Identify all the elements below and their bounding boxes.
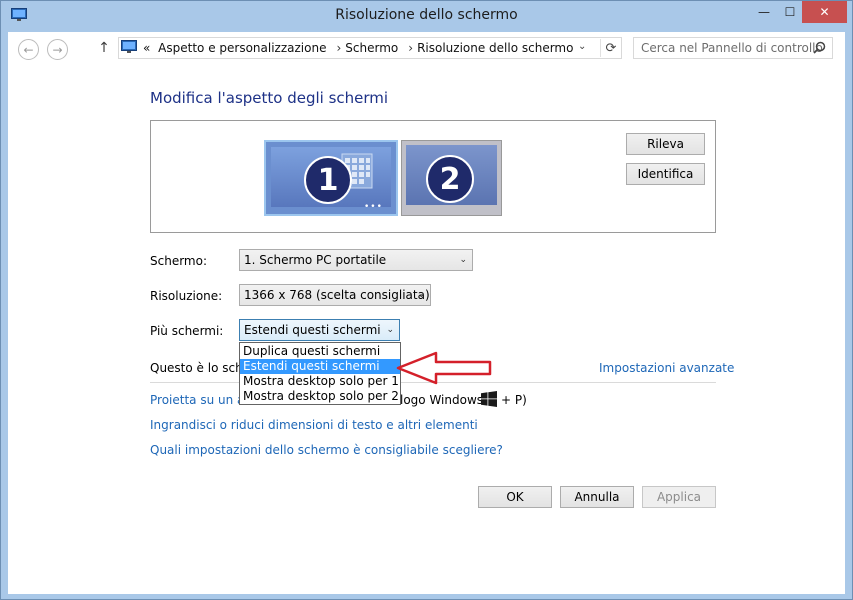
back-button[interactable]: ← (18, 39, 39, 60)
main-content: Modifica l'aspetto degli schermi 1 ••• 2… (8, 65, 845, 594)
multiple-displays-select[interactable]: Estendi questi schermi ⌄ (239, 319, 400, 341)
up-button[interactable]: ↑ (96, 38, 112, 58)
refresh-button[interactable]: ⟳ (600, 39, 621, 57)
search-icon[interactable] (813, 41, 826, 54)
display-select[interactable]: 1. Schermo PC portatile ⌄ (239, 249, 473, 271)
windows-logo-icon (481, 391, 497, 407)
cancel-button[interactable]: Annulla (560, 486, 634, 508)
breadcrumb-item-risoluzione[interactable]: Risoluzione dello schermo (417, 41, 573, 55)
ok-button[interactable]: OK (478, 486, 552, 508)
address-dropdown-icon[interactable]: ⌄ (578, 41, 586, 52)
risoluzione-label: Risoluzione: (150, 289, 223, 303)
breadcrumb-overflow[interactable]: « (143, 41, 150, 55)
resolution-select-value: 1366 x 768 (scelta consigliata) (244, 288, 430, 302)
control-panel-icon (121, 40, 137, 53)
annotation-arrow-icon (396, 351, 492, 385)
chevron-down-icon: ⌄ (386, 325, 394, 335)
dropdown-option-mostra-1[interactable]: Mostra desktop solo per 1 (240, 374, 400, 389)
maximize-button[interactable]: ☐ (777, 1, 803, 23)
breadcrumb: « Aspetto e personalizzazione › Schermo › Ri… (143, 41, 577, 55)
multiple-displays-dropdown: Duplica questi schermi Estendi questi sc… (239, 342, 401, 405)
breadcrumb-separator[interactable]: › (408, 41, 413, 55)
schermo-label: Schermo: (150, 254, 207, 268)
close-button[interactable]: ✕ (802, 1, 847, 23)
monitor-arrangement-panel: 1 ••• 2 Rileva Identifica (150, 120, 716, 233)
identify-button[interactable]: Identifica (626, 163, 705, 185)
project-shortcut-key: + P) (501, 393, 527, 407)
help-settings-link[interactable]: Quali impostazioni dello schermo è consi… (150, 443, 503, 457)
search-placeholder: Cerca nel Pannello di controllo (641, 41, 823, 55)
advanced-settings-link[interactable]: Impostazioni avanzate (599, 361, 734, 375)
chevron-down-icon: ⌄ (459, 255, 467, 265)
monitor-1-dots: ••• (364, 202, 383, 212)
monitor-2-number: 2 (426, 155, 474, 203)
breadcrumb-separator[interactable]: › (336, 41, 341, 55)
breadcrumb-item-aspetto[interactable]: Aspetto e personalizzazione (158, 41, 326, 55)
dropdown-option-mostra-2[interactable]: Mostra desktop solo per 2 (240, 389, 400, 404)
minimize-button[interactable]: — (751, 1, 777, 23)
detect-button[interactable]: Rileva (626, 133, 705, 155)
text-size-link[interactable]: Ingrandisci o riduci dimensioni di testo… (150, 418, 478, 432)
window: Risoluzione dello schermo — ☐ ✕ ← → ↑ « … (0, 0, 853, 600)
title-bar[interactable]: Risoluzione dello schermo — ☐ ✕ (1, 1, 852, 32)
chevron-down-icon: ⌄ (417, 290, 425, 300)
multiple-displays-select-value: Estendi questi schermi (244, 323, 381, 337)
forward-button[interactable]: → (47, 39, 68, 60)
resolution-select[interactable]: 1366 x 768 (scelta consigliata) ⌄ (239, 284, 431, 306)
search-box[interactable]: Cerca nel Pannello di controllo (633, 37, 833, 59)
multiple-displays-label: Più schermi: (150, 324, 224, 338)
navigation-bar: ← → ↑ « Aspetto e personalizzazione › Sche… (8, 32, 845, 65)
dropdown-option-duplica[interactable]: Duplica questi schermi (240, 344, 400, 359)
address-bar[interactable]: « Aspetto e personalizzazione › Schermo › Ri… (118, 37, 622, 59)
display-select-value: 1. Schermo PC portatile (244, 253, 387, 267)
monitor-2[interactable]: 2 (401, 140, 502, 216)
apply-button[interactable]: Applica (642, 486, 716, 508)
monitor-1[interactable]: 1 ••• (264, 140, 398, 216)
project-link[interactable]: Proietta su un alt (150, 393, 252, 407)
dropdown-option-estendi[interactable]: Estendi questi schermi (240, 359, 400, 374)
breadcrumb-item-schermo[interactable]: Schermo (345, 41, 398, 55)
monitor-1-number: 1 (304, 156, 352, 204)
project-shortcut-text: logo Windows (400, 393, 484, 407)
page-title: Modifica l'aspetto degli schermi (150, 89, 389, 107)
window-title: Risoluzione dello schermo (335, 7, 518, 23)
